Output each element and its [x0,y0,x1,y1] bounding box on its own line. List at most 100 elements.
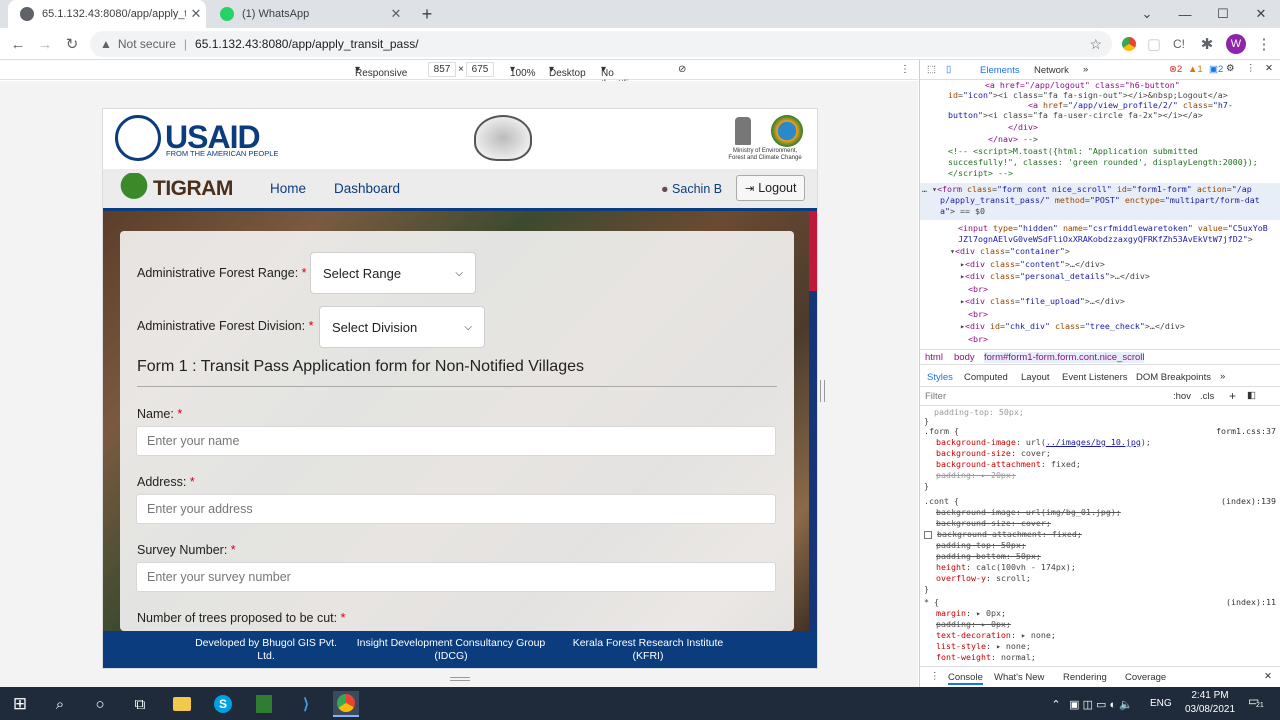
css-prop[interactable]: list-style: ▸ none; [936,641,1031,651]
device-type-select[interactable]: Desktop ▾ [549,64,586,79]
css-rule[interactable]: } [924,416,929,426]
zoom-select[interactable]: 100% ▾ [510,64,536,79]
dom-node[interactable]: … ▾<form class="form cont nice_scroll" i… [922,184,1252,194]
css-prop[interactable]: padding: ▸ 20px; [936,470,1016,480]
throttling-select[interactable]: No throttling ▾ [601,64,639,90]
tab-search-icon[interactable]: ⌄ [1128,0,1166,28]
css-prop[interactable]: background-attachment: fixed; [924,529,1082,539]
clock[interactable]: 2:41 PM 03/08/2021 [1180,689,1240,717]
height-input[interactable]: 675 [466,62,494,77]
devtools-tab-elements[interactable]: Elements [980,65,1020,76]
drawer-menu-icon[interactable]: ⋮ [930,671,940,682]
user-menu[interactable]: ● Sachin B [661,182,722,196]
cortana-icon[interactable]: ○ [87,691,113,717]
maximize-button[interactable]: ☐ [1204,0,1242,28]
css-prop[interactable]: background-image: url(img/bg_01.jpg); [936,507,1121,517]
forward-icon[interactable]: → [34,33,56,55]
search-icon[interactable]: ⌕ [47,691,73,717]
drawer-tab-rendering[interactable]: Rendering [1063,672,1107,683]
extension-icon[interactable]: ▢ [1143,33,1165,55]
breadcrumb-form[interactable]: form#form1-form.form.cont.nice_scroll [984,352,1145,363]
task-view-icon[interactable]: ⧉ [127,691,153,717]
menu-icon[interactable]: ⋮ [1253,33,1275,55]
survey-input[interactable]: Enter your survey number [136,562,776,592]
address-input[interactable]: Enter your address [136,494,776,524]
notification-center[interactable]: ▭ 21 [1248,694,1268,712]
close-tab-icon[interactable]: ✕ [186,6,206,22]
dom-node[interactable]: id="icon"><i class="fa fa-sign-out"></i>… [948,90,1228,100]
css-prop[interactable]: padding-top: 50px; [936,540,1026,550]
tab-event-listeners[interactable]: Event Listeners [1062,372,1127,383]
close-devtools-icon[interactable]: ✕ [1265,63,1273,74]
settings-gear-icon[interactable]: ⚙ [1226,63,1235,74]
nav-home[interactable]: Home [270,181,306,196]
new-tab-button[interactable]: + [408,0,446,28]
devtools-tab-network[interactable]: Network [1034,65,1069,76]
drawer-tab-console[interactable]: Console [948,672,983,685]
close-window-button[interactable]: ✕ [1242,0,1280,28]
dom-node[interactable]: ▾<div class="container"> [950,246,1070,256]
drawer-tab-coverage[interactable]: Coverage [1125,672,1166,683]
tray-icons[interactable]: ▣ ◫ ▭ ◐ 🔈 [1066,691,1136,717]
dom-node[interactable]: ▸<div class="content">…</div> [960,259,1105,269]
close-tab-icon[interactable]: ✕ [386,6,406,22]
devtools-menu-icon[interactable]: ⋮ [1246,63,1256,74]
tigram-tree-icon[interactable] [117,173,151,209]
device-toggle-icon[interactable]: ▯ [946,64,951,75]
styles-filter-input[interactable]: Filter [925,391,946,402]
css-rule[interactable]: * {(index):11 [924,597,1276,607]
more-tabs-icon[interactable]: » [1220,371,1225,382]
css-prop[interactable]: font-weight: normal; [936,652,1036,662]
error-count[interactable]: ⊗2 [1169,64,1182,75]
resize-handle-right[interactable] [820,380,825,402]
toggle-sidebar-icon[interactable]: ◧ [1247,390,1256,401]
css-prop[interactable]: background-attachment: fixed; [936,459,1081,469]
css-prop[interactable]: margin: ▸ 0px; [936,608,1006,618]
resize-handle-bottom[interactable] [450,677,470,681]
dom-node[interactable]: p/apply_transit_pass/" method="POST" enc… [940,195,1260,205]
dom-node[interactable]: ▸<div id="chk_div" class="tree_check">…<… [960,321,1185,331]
tab-dom-breakpoints[interactable]: DOM Breakpoints [1136,372,1211,383]
add-rule-icon[interactable]: + [1229,389,1236,403]
rotate-icon[interactable]: ⊘ [678,64,686,75]
file-explorer-icon[interactable] [169,691,195,717]
breadcrumb-body[interactable]: body [954,352,975,363]
puzzle-icon[interactable]: ✱ [1196,33,1218,55]
device-mode-select[interactable]: Responsive ▾ [355,64,407,79]
breadcrumb-html[interactable]: html [925,352,943,363]
cls-button[interactable]: .cls [1200,391,1214,402]
chrome-icon[interactable] [333,691,359,717]
bookmark-star-icon[interactable]: ☆ [1089,36,1102,53]
vscode-icon[interactable]: ⟩ [293,691,319,717]
width-input[interactable]: 857 [428,62,456,77]
tab-whatsapp[interactable]: (1) WhatsApp ✕ [208,0,406,28]
tab-layout[interactable]: Layout [1021,372,1050,383]
css-rule[interactable]: .form {form1.css:37 [924,426,1276,436]
dom-node[interactable]: </div> [1008,122,1038,132]
css-rule[interactable]: } [924,584,929,594]
range-select[interactable]: Select Range ⌵ [310,252,476,294]
warning-count[interactable]: ▲1 [1188,64,1203,75]
tab-computed[interactable]: Computed [964,372,1008,383]
dom-node[interactable]: a"> == $0 [940,206,985,216]
dom-node[interactable]: ▸<div class="file_upload">…</div> [960,296,1125,306]
device-menu-icon[interactable]: ⋮ [900,64,910,75]
dom-node[interactable]: button"><i class="fa fa-user-circle fa-2… [948,110,1203,120]
dom-comment[interactable]: <!-- <script>M.toast({html: "Application… [948,146,1198,156]
profile-avatar[interactable]: W [1225,33,1247,55]
dom-comment[interactable]: </script> --> [948,168,1013,178]
logout-button[interactable]: ⇥ Logout [736,175,806,201]
css-rule[interactable]: padding-top: 50px; [924,407,1024,417]
division-select[interactable]: Select Division ⌵ [319,306,485,348]
language-indicator[interactable]: ENG [1150,698,1172,709]
css-prop[interactable]: background-size: cover; [936,518,1051,528]
css-prop[interactable]: background-size: cover; [936,448,1051,458]
extension-icon[interactable] [1118,33,1140,55]
more-tabs-icon[interactable]: » [1083,64,1088,75]
drawer-tab-whats-new[interactable]: What's New [994,672,1044,683]
hov-button[interactable]: :hov [1173,391,1191,402]
css-prop[interactable]: background-image: url(../images/bg_10.jp… [936,437,1151,447]
dom-node[interactable]: <br> [968,284,988,294]
css-prop[interactable]: text-decoration: ▸ none; [936,630,1056,640]
dom-node[interactable]: JZl7ognAElvG0veWSdFliOxXRAKobdzzaxgyQFRK… [958,234,1253,244]
